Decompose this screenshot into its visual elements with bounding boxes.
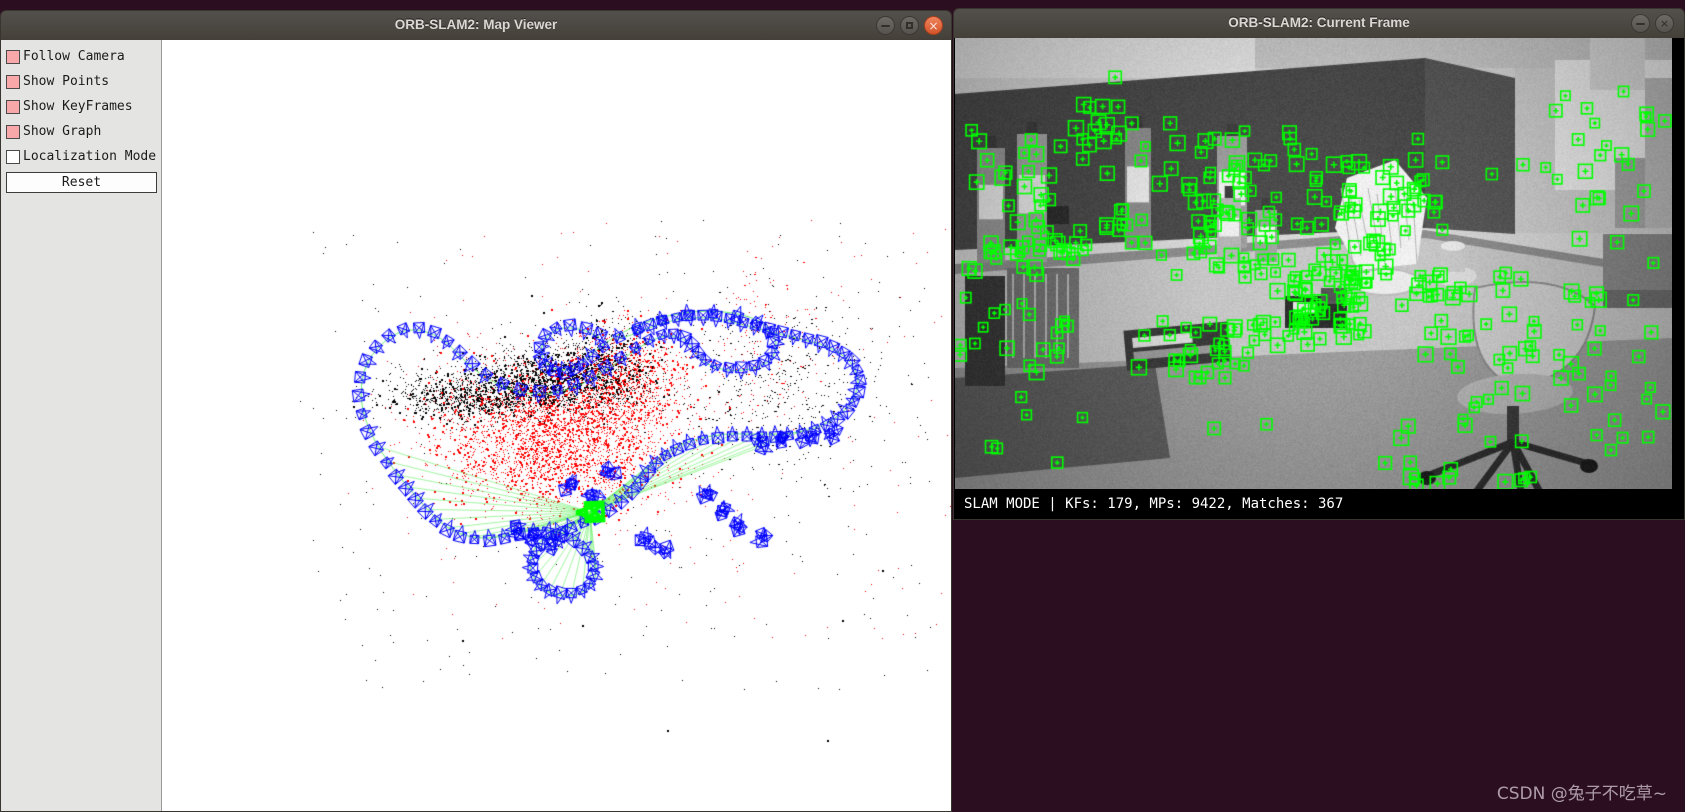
- checkbox-follow-camera[interactable]: Follow Camera: [1, 44, 161, 69]
- map-viewer-titlebar[interactable]: ORB-SLAM2: Map Viewer ×: [0, 10, 952, 40]
- localization-mode-label: Localization Mode: [23, 149, 157, 164]
- map-viewer-window: ORB-SLAM2: Map Viewer × Follow Camera Sh…: [0, 10, 952, 812]
- map-viewer-canvas-area[interactable]: [162, 40, 951, 811]
- map-viewer-control-panel: Follow Camera Show Points Show KeyFrames…: [1, 40, 162, 811]
- maximize-icon: [906, 22, 913, 29]
- show-keyframes-checkbox-icon[interactable]: [6, 99, 20, 114]
- follow-camera-label: Follow Camera: [23, 49, 125, 64]
- desktop: ORB-SLAM2: Map Viewer × Follow Camera Sh…: [0, 0, 1685, 812]
- minimize-icon: [881, 25, 890, 27]
- map-viewer-body: Follow Camera Show Points Show KeyFrames…: [0, 40, 952, 812]
- current-frame-window: ORB-SLAM2: Current Frame × SLAM MODE | K…: [953, 8, 1685, 520]
- current-frame-body: SLAM MODE | KFs: 179, MPs: 9422, Matches…: [953, 38, 1685, 520]
- slam-status-text: SLAM MODE | KFs: 179, MPs: 9422, Matches…: [964, 496, 1344, 512]
- camera-frame-canvas: [955, 38, 1672, 490]
- close-button[interactable]: ×: [924, 16, 943, 35]
- reset-button[interactable]: Reset: [6, 172, 157, 193]
- checkbox-localization-mode[interactable]: Localization Mode: [1, 144, 161, 169]
- map-viewer-title: ORB-SLAM2: Map Viewer: [394, 17, 558, 32]
- localization-mode-checkbox-icon[interactable]: [6, 149, 20, 164]
- checkbox-show-keyframes[interactable]: Show KeyFrames: [1, 94, 161, 119]
- show-keyframes-label: Show KeyFrames: [23, 99, 133, 114]
- show-points-checkbox-icon[interactable]: [6, 74, 20, 89]
- follow-camera-checkbox-icon[interactable]: [6, 49, 20, 64]
- show-graph-label: Show Graph: [23, 124, 102, 139]
- close-icon: ×: [928, 18, 939, 33]
- show-points-label: Show Points: [23, 74, 110, 89]
- close-icon: ×: [1659, 17, 1670, 30]
- checkbox-show-points[interactable]: Show Points: [1, 69, 161, 94]
- checkbox-show-graph[interactable]: Show Graph: [1, 119, 161, 144]
- current-frame-titlebar[interactable]: ORB-SLAM2: Current Frame ×: [953, 8, 1685, 38]
- slam-status-bar: SLAM MODE | KFs: 179, MPs: 9422, Matches…: [954, 489, 1684, 519]
- maximize-button[interactable]: [900, 16, 919, 35]
- minimize-icon: [1636, 23, 1645, 25]
- csdn-watermark: CSDN @兔子不吃草~: [1496, 784, 1667, 804]
- close-button[interactable]: ×: [1655, 14, 1674, 33]
- slam-map-canvas[interactable]: [162, 40, 951, 810]
- map-viewer-window-buttons: ×: [876, 16, 943, 35]
- minimize-button[interactable]: [1631, 14, 1650, 33]
- current-frame-window-buttons: ×: [1631, 14, 1674, 33]
- minimize-button[interactable]: [876, 16, 895, 35]
- current-frame-title: ORB-SLAM2: Current Frame: [1228, 15, 1410, 30]
- show-graph-checkbox-icon[interactable]: [6, 124, 20, 139]
